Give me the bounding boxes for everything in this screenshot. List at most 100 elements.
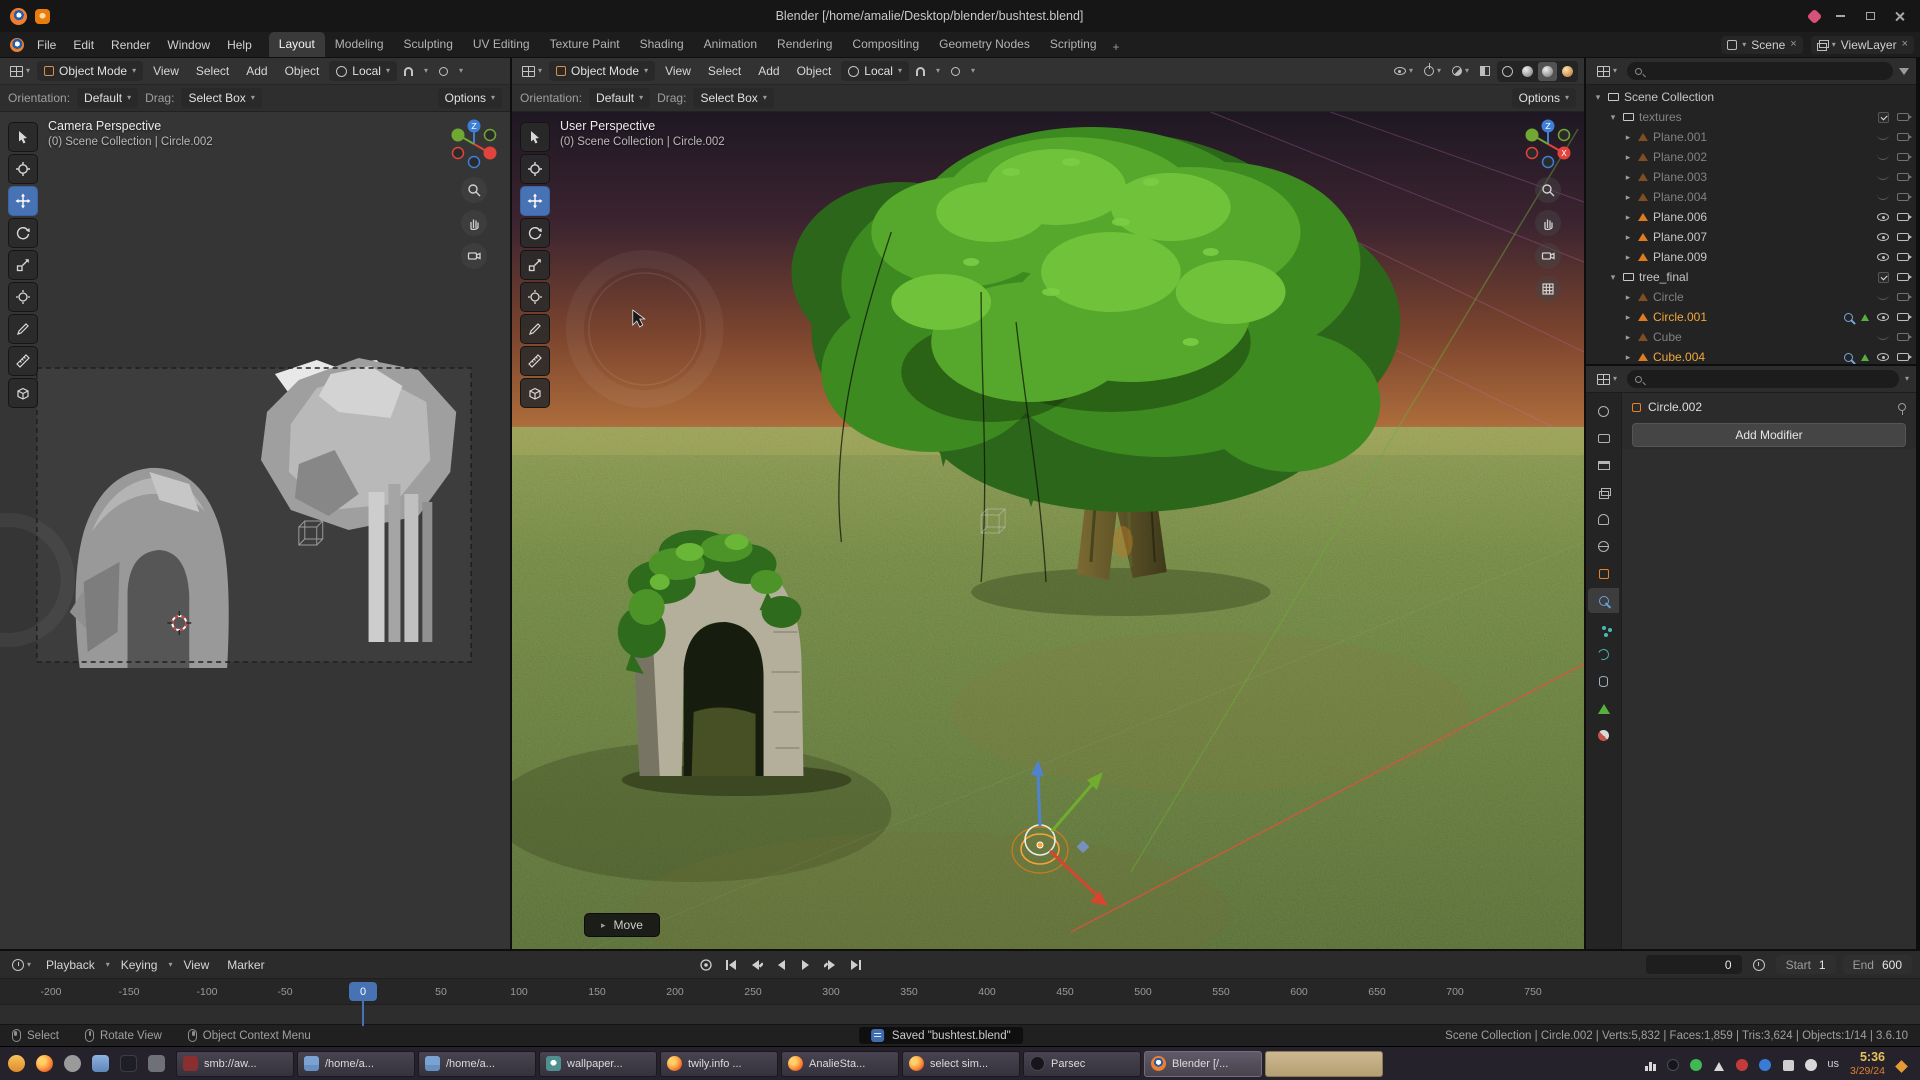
add-workspace-button[interactable]: + [1107, 37, 1126, 57]
menu-keying[interactable]: Keying [114, 955, 165, 975]
tab-render[interactable] [1588, 426, 1619, 451]
disable-render-icon[interactable] [1897, 253, 1909, 261]
annotate-tool[interactable] [8, 314, 38, 344]
drag-dropdown[interactable]: Select Box▾ [693, 88, 773, 108]
vpn-icon[interactable] [1735, 1057, 1749, 1071]
minimize-button[interactable] [1830, 8, 1850, 24]
outliner-row-object[interactable]: ▸ Cube.004 [1586, 347, 1916, 364]
expand-icon[interactable]: ▸ [1623, 132, 1633, 143]
hide-viewport-icon[interactable] [1877, 194, 1889, 200]
outliner-row-object[interactable]: ▸ Plane.004 [1586, 187, 1916, 207]
expand-icon[interactable]: ▸ [1623, 172, 1633, 183]
use-preview-range-toggle[interactable] [1749, 956, 1769, 974]
transform-tool[interactable] [8, 282, 38, 312]
snap-options-button[interactable]: ▾ [932, 64, 944, 78]
outliner-row-object[interactable]: ▸ Plane.006 [1586, 207, 1916, 227]
solid-shading-button[interactable] [1518, 62, 1537, 81]
filter-icon[interactable] [1899, 68, 1909, 75]
blender-menu-button[interactable] [6, 35, 28, 55]
taskbar-window-blender[interactable]: Blender [/... [1144, 1051, 1262, 1077]
new-viewlayer-icon[interactable]: × [1902, 39, 1908, 50]
steam-icon[interactable] [1666, 1057, 1680, 1071]
transform-tool[interactable] [520, 282, 550, 312]
rotate-tool[interactable] [8, 218, 38, 248]
jump-to-end-button[interactable] [845, 955, 867, 975]
mode-select[interactable]: Object Mode▾ [549, 61, 655, 81]
outliner-row-collection[interactable]: ▾ textures [1586, 107, 1916, 127]
disable-render-icon[interactable] [1897, 133, 1909, 141]
unlink-scene-icon[interactable]: × [1790, 39, 1796, 50]
hide-viewport-icon[interactable] [1877, 253, 1889, 261]
taskbar-window-home2[interactable]: /home/a... [418, 1051, 536, 1077]
disable-render-icon[interactable] [1897, 113, 1909, 121]
show-hide-dropdown[interactable]: ▾ [1390, 64, 1417, 78]
xray-toggle[interactable] [1476, 63, 1494, 79]
collection-checkbox[interactable] [1878, 272, 1889, 283]
orientation-dropdown[interactable]: Default▾ [589, 88, 650, 108]
taskbar-window-analiesta[interactable]: AnalieSta... [781, 1051, 899, 1077]
proportional-falloff-button[interactable]: ▾ [455, 64, 467, 78]
timeline-body[interactable]: -200 -150 -100 -50 50 100 150 200 250 30… [0, 979, 1920, 1025]
material-preview-button[interactable] [1538, 62, 1557, 81]
zoom-icon[interactable] [1535, 177, 1561, 203]
tab-compositing[interactable]: Compositing [842, 32, 929, 57]
transform-orientation-select[interactable]: Local▾ [841, 61, 909, 81]
cursor-tool[interactable] [520, 154, 550, 184]
volume-icon[interactable] [1781, 1057, 1795, 1071]
tab-geometry-nodes[interactable]: Geometry Nodes [929, 32, 1040, 57]
menu-view[interactable]: View [658, 61, 698, 81]
tab-modifiers[interactable] [1588, 588, 1619, 613]
scale-tool[interactable] [520, 250, 550, 280]
taskbar-window-twily[interactable]: twily.info ... [660, 1051, 778, 1077]
playhead[interactable]: 0 [349, 982, 377, 1001]
tab-uv-editing[interactable]: UV Editing [463, 32, 540, 57]
expand-icon[interactable]: ▸ [1623, 232, 1633, 243]
taskbar-window-select-sim[interactable]: select sim... [902, 1051, 1020, 1077]
viewport-canvas-user[interactable]: User Perspective (0) Scene Collection | … [512, 112, 1584, 949]
operator-panel[interactable]: ▸ Move [584, 913, 660, 937]
files-launcher-icon[interactable] [88, 1051, 113, 1076]
add-cube-tool[interactable] [8, 378, 38, 408]
menu-playback[interactable]: Playback [39, 955, 102, 975]
tab-output[interactable] [1588, 453, 1619, 478]
tab-shading[interactable]: Shading [630, 32, 694, 57]
menu-marker[interactable]: Marker [220, 955, 271, 975]
bluetooth-icon[interactable] [1758, 1057, 1772, 1071]
jump-to-start-button[interactable] [720, 955, 742, 975]
wireframe-shading-button[interactable] [1498, 62, 1517, 81]
cursor-tool[interactable] [8, 154, 38, 184]
viewport-canvas-camera[interactable]: Camera Perspective (0) Scene Collection … [0, 112, 510, 949]
spotify-icon[interactable] [1689, 1057, 1703, 1071]
pan-hand-icon[interactable] [1535, 210, 1561, 236]
scene-selector[interactable]: ▾ Scene × [1721, 36, 1802, 54]
select-box-tool[interactable] [8, 122, 38, 152]
rotate-tool[interactable] [520, 218, 550, 248]
keyboard-layout-indicator[interactable]: us [1827, 1058, 1839, 1070]
expand-icon[interactable]: ▸ [1623, 192, 1633, 203]
gizmos-dropdown[interactable]: ▾ [1420, 63, 1445, 79]
hide-viewport-icon[interactable] [1877, 154, 1889, 160]
tab-particles[interactable] [1588, 615, 1619, 640]
maximize-button[interactable] [1860, 8, 1880, 24]
outliner-row-object[interactable]: ▸ Plane.009 [1586, 247, 1916, 267]
editor-launcher-icon[interactable] [144, 1051, 169, 1076]
outliner-row-object[interactable]: ▸ Plane.001 [1586, 127, 1916, 147]
proportional-editing-toggle[interactable] [947, 64, 964, 79]
properties-search-input[interactable] [1627, 370, 1899, 388]
tab-tool[interactable] [1588, 399, 1619, 424]
options-dropdown[interactable]: Options▾ [1512, 88, 1576, 108]
measure-tool[interactable] [8, 346, 38, 376]
taskbar-window-untitled[interactable] [1265, 1051, 1383, 1077]
tab-animation[interactable]: Animation [694, 32, 767, 57]
expand-icon[interactable]: ▸ [1623, 212, 1633, 223]
hide-viewport-icon[interactable] [1877, 134, 1889, 140]
outliner-row-object[interactable]: ▸ Cube [1586, 327, 1916, 347]
menu-render[interactable]: Render [103, 35, 158, 55]
clock[interactable]: 5:36 3/29/24 [1850, 1050, 1885, 1078]
outliner-row-object[interactable]: ▸ Circle [1586, 287, 1916, 307]
hide-viewport-icon[interactable] [1877, 313, 1889, 321]
add-cube-tool[interactable] [520, 378, 550, 408]
hide-viewport-icon[interactable] [1877, 294, 1889, 300]
disable-render-icon[interactable] [1897, 153, 1909, 161]
editor-type-button[interactable]: ▾ [1593, 63, 1621, 80]
